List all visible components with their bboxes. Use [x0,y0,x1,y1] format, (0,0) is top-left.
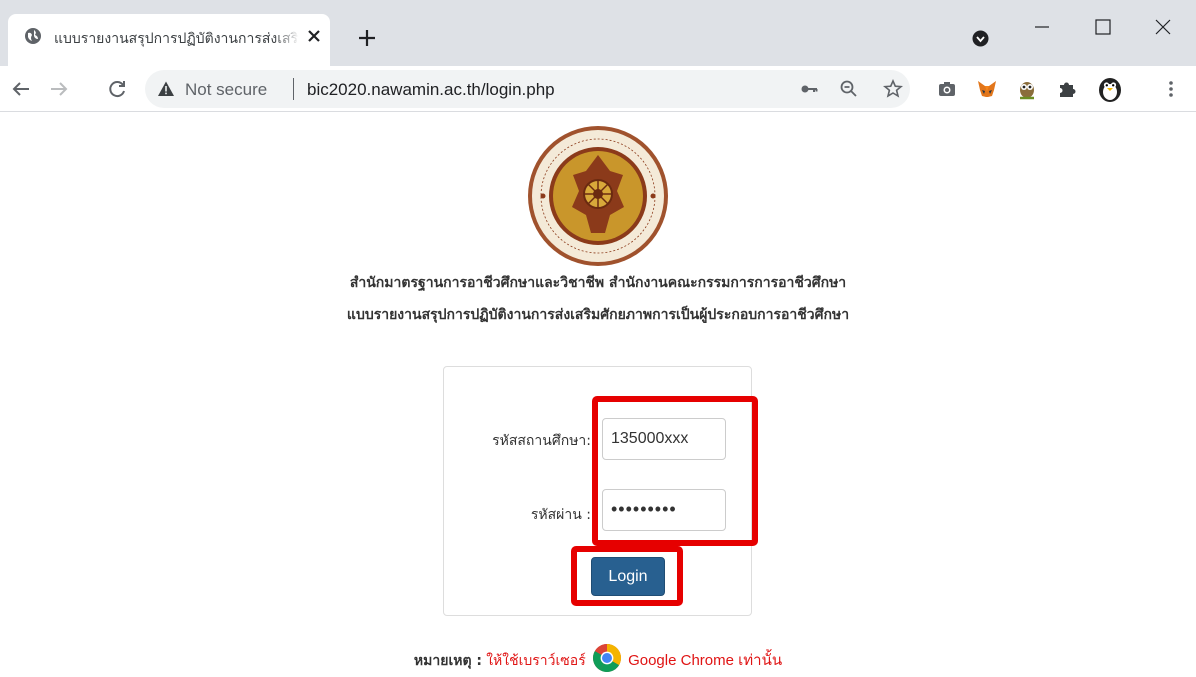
maximize-window-icon[interactable] [1088,12,1118,42]
school-code-label: รหัสสถานศึกษา: [492,433,591,449]
new-tab-plus-icon[interactable] [356,27,378,49]
school-code-input[interactable]: 135000xxx [602,418,726,460]
reload-icon[interactable] [106,78,128,100]
close-window-icon[interactable] [1148,12,1178,42]
note-text: ให้ใช้เบราว์เซอร์ [486,653,586,669]
address-bar[interactable]: Not secure bic2020.nawamin.ac.th/login.p… [145,70,910,108]
tab-title: แบบรายงานสรุปการปฏิบัติงานการส่งเสริมศัก… [54,30,299,46]
close-tab-icon[interactable] [304,26,324,46]
camera-icon[interactable] [936,78,958,100]
login-button[interactable]: Login [591,557,665,596]
key-icon[interactable] [799,79,819,99]
warning-triangle-icon[interactable] [157,80,175,98]
password-label: รหัสผ่าน : [530,507,591,523]
zoom-out-icon[interactable] [839,79,859,99]
address-divider [293,78,294,100]
vocational-education-commission-emblem [528,126,668,266]
owl-icon[interactable] [1016,78,1038,100]
more-options-icon[interactable] [1160,78,1182,100]
login-panel: รหัสสถานศึกษา: 135000xxx รหัสผ่าน : ••••… [443,366,752,616]
globe-icon [25,28,41,44]
forward-arrow-icon[interactable] [48,78,70,100]
not-secure-label[interactable]: Not secure [185,80,267,100]
note-label: หมายเหตุ : [413,653,483,669]
google-chrome-logo-icon [592,644,621,673]
browser-toolbar: Not secure bic2020.nawamin.ac.th/login.p… [0,66,1196,112]
back-arrow-icon[interactable] [10,78,32,100]
agency-heading: สำนักมาตรฐานการอาชีวศึกษาและวิชาชีพ สำนั… [349,275,847,291]
browser-note: หมายเหตุ : ให้ใช้เบราว์เซอร์ Google Chro… [0,644,1196,673]
note-browser-name: Google Chrome เท่านั้น [628,652,783,669]
url-text[interactable]: bic2020.nawamin.ac.th/login.php [307,80,555,100]
browser-tab-active[interactable]: แบบรายงานสรุปการปฏิบัติงานการส่งเสริมศัก… [8,14,330,66]
profile-indicator-icon[interactable] [972,30,989,47]
puzzle-extensions-icon[interactable] [1056,78,1078,100]
minimize-window-icon[interactable] [1027,12,1057,42]
penguin-avatar-icon[interactable] [1096,75,1124,103]
metamask-fox-icon[interactable] [976,78,998,100]
report-title-heading: แบบรายงานสรุปการปฏิบัติงานการส่งเสริมศัก… [346,307,850,323]
tab-strip: แบบรายงานสรุปการปฏิบัติงานการส่งเสริมศัก… [0,0,1196,66]
password-input[interactable]: ••••••••• [602,489,726,531]
bookmark-star-icon[interactable] [883,79,903,99]
